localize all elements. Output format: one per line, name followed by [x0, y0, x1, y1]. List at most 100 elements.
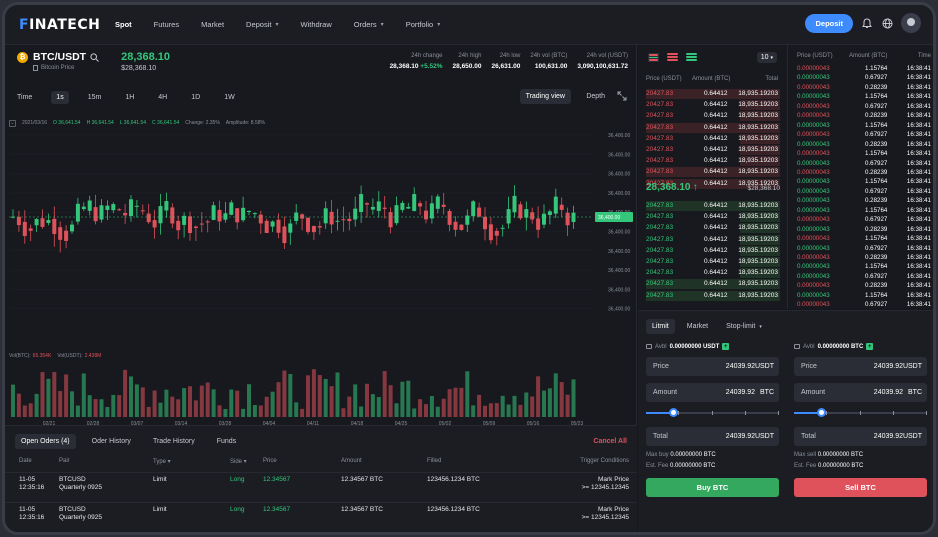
book-row-asks[interactable]: 20427.83 0.64412 18,935.19203 — [638, 100, 788, 111]
col-type[interactable]: Type ▾ — [153, 458, 171, 465]
total-input[interactable]: Total 24039.92 USDT — [794, 427, 927, 446]
book-row-bids[interactable]: 20427.83 0.64412 18,935.19203 — [638, 245, 788, 257]
book-row-asks[interactable]: 20427.83 0.64412 18,935.19203 — [638, 89, 788, 100]
book-row-bids[interactable]: 20427.83 0.64412 18,935.19203 — [638, 201, 788, 212]
nav-item-market[interactable]: Market — [201, 20, 224, 29]
order-row[interactable]: 11-05 12:35:16 BTCUSD Quarterly 0925 Limit Lo… — [5, 502, 637, 526]
book-row-bids[interactable]: 20427.83 0.64412 18,935.19203 — [638, 257, 788, 268]
slider-tick — [711, 411, 713, 415]
orders-tab[interactable]: Oder History — [86, 434, 137, 449]
order-row[interactable]: 11-05 12:35:16 BTCUSD Quarterly 0925 Limit Lo… — [5, 472, 637, 496]
nav-item-spot[interactable]: Spot — [115, 20, 132, 29]
user-avatar-icon[interactable] — [901, 13, 921, 33]
fee-value: 0.00000000 BTC — [818, 463, 864, 469]
volume-bar — [217, 405, 222, 417]
book-row-asks[interactable]: 20427.83 0.64412 18,935.19203 — [638, 133, 788, 145]
amount-label: Amount — [653, 389, 678, 396]
book-both-icon[interactable] — [648, 53, 659, 62]
orders-tab[interactable]: Funds — [211, 434, 242, 449]
trade-row: 0.00000043 1.15764 16:38:41 — [797, 150, 931, 160]
book-row-bids[interactable]: 20427.83 0.64412 18,935.19203 — [638, 279, 788, 290]
amount-input[interactable]: Amount 24039.92 BTC — [646, 383, 779, 402]
volume-bar — [565, 394, 570, 417]
slider-knob[interactable] — [668, 408, 678, 417]
nav-item-portfolio[interactable]: Portfolio ▾ — [406, 20, 441, 29]
interval-15m[interactable]: 15m — [83, 91, 107, 104]
sell-button[interactable]: Sell BTC — [794, 478, 927, 497]
slider-knob[interactable] — [816, 408, 826, 417]
add-funds-icon[interactable]: + — [866, 343, 874, 350]
book-total: 18,935.19203 — [738, 90, 778, 97]
nav-item-futures[interactable]: Futures — [154, 20, 179, 29]
trading-view-button[interactable]: Trading view — [519, 89, 571, 104]
book-size-select[interactable]: 10 ▾ — [756, 52, 777, 63]
slider-tick — [778, 411, 779, 415]
book-row-bids[interactable]: 20427.83 0.64412 18,935.19203 — [638, 223, 788, 234]
book-row-asks[interactable]: 20427.83 0.64412 18,935.19203 — [638, 111, 788, 122]
logo[interactable]: FINATECH — [19, 17, 115, 33]
amount-slider[interactable] — [646, 406, 779, 420]
add-funds-icon[interactable]: + — [722, 343, 730, 350]
depth-button[interactable]: Depth — [586, 93, 605, 100]
book-row-bids[interactable]: 20427.83 0.64412 18,935.19203 — [638, 268, 788, 279]
order-pair2: Quarterly 0925 — [59, 514, 102, 521]
price-input[interactable]: Price 24039.92 USDT — [646, 357, 779, 376]
trade-row: 0.00000043 1.15764 16:38:41 — [797, 65, 931, 75]
trade-row: 0.00000043 0.67927 16:38:41 — [797, 74, 931, 84]
cancel-all-button[interactable]: Cancel All — [593, 438, 627, 445]
search-icon[interactable] — [90, 52, 99, 62]
price-unit: USDT — [754, 363, 774, 370]
bell-icon[interactable] — [861, 17, 873, 29]
nav-item-deposit[interactable]: Deposit ▾ — [246, 20, 278, 29]
trade-time: 16:38:41 — [906, 244, 931, 252]
form-tab-stop-limit[interactable]: Stop-limit ▾ — [720, 319, 768, 334]
volume-bar — [376, 397, 381, 417]
col-side[interactable]: Side ▾ — [230, 458, 247, 465]
trade-amount: 0.28239 — [865, 197, 888, 205]
total-input[interactable]: Total 24039.92 USDT — [646, 427, 779, 446]
interval-1d[interactable]: 1D — [186, 91, 205, 104]
stat-label: 24h vol (USDT) — [586, 53, 628, 59]
book-row-asks[interactable]: 20427.83 0.64412 18,935.19203 — [638, 145, 788, 156]
vol-usdt-value: 2.438M — [84, 353, 102, 359]
candle-body — [75, 203, 80, 222]
interval-1w[interactable]: 1W — [219, 91, 240, 104]
volume-bar — [465, 371, 470, 417]
nav-item-orders[interactable]: Orders ▾ — [354, 20, 384, 29]
form-tab-litmit[interactable]: Litmit — [646, 319, 675, 334]
candlestick-chart[interactable]: 36,400.00 36,400.00 36,400.00 36,400.00 36,4… — [5, 125, 637, 425]
interval-1s[interactable]: 1s — [51, 90, 69, 104]
book-row-bids[interactable]: 20427.83 0.64412 18,935.19203 — [638, 212, 788, 223]
trade-amount: 1.15764 — [865, 93, 888, 101]
trade-time: 16:38:41 — [906, 65, 931, 72]
stat-number: 26,631.00 — [491, 63, 521, 70]
orders-tab[interactable]: Open Oders (4) — [15, 434, 76, 449]
trade-amount: 1.15764 — [865, 291, 888, 299]
book-asks-icon[interactable] — [667, 53, 678, 62]
expand-icon[interactable] — [617, 91, 627, 103]
book-row-asks[interactable]: 20427.83 0.64412 18,935.19203 — [638, 122, 788, 134]
trade-amount: 0.28239 — [865, 225, 888, 233]
volume-legend: Vol(BTC): 65.354K Vol(USDT): 2.438M — [9, 353, 101, 359]
deposit-button[interactable]: Deposit — [805, 13, 853, 33]
globe-icon[interactable] — [881, 17, 893, 29]
book-row-bids[interactable]: 20427.83 0.64412 18,935.19203 — [638, 290, 788, 302]
form-tab-market[interactable]: Market — [681, 319, 714, 334]
y-tick-label: 36,400.00 — [608, 230, 630, 236]
price-input[interactable]: Price 24039.92 USDT — [794, 357, 927, 376]
orders-tab[interactable]: Trade History — [147, 434, 201, 449]
book-row-bids[interactable]: 20427.83 0.64412 18,935.19203 — [638, 234, 788, 246]
max-value: 0.00000000 BTC — [817, 452, 864, 458]
nav-item-withdraw[interactable]: Withdraw — [300, 20, 331, 29]
book-bids-icon[interactable] — [686, 53, 697, 62]
interval-1h[interactable]: 1H — [120, 91, 139, 104]
volume-bar — [258, 405, 263, 417]
buy-button[interactable]: Buy BTC — [646, 478, 779, 497]
book-row-asks[interactable]: 20427.83 0.64412 18,935.19203 — [638, 167, 788, 178]
amount-slider[interactable] — [794, 406, 927, 420]
book-row-asks[interactable]: 20427.83 0.64412 18,935.19203 — [638, 156, 788, 167]
amount-input[interactable]: Amount 24039.92 BTC — [794, 383, 927, 402]
volume-bar — [412, 408, 417, 417]
interval-4h[interactable]: 4H — [153, 91, 172, 104]
pair-name[interactable]: BTC/USDT — [33, 51, 86, 63]
